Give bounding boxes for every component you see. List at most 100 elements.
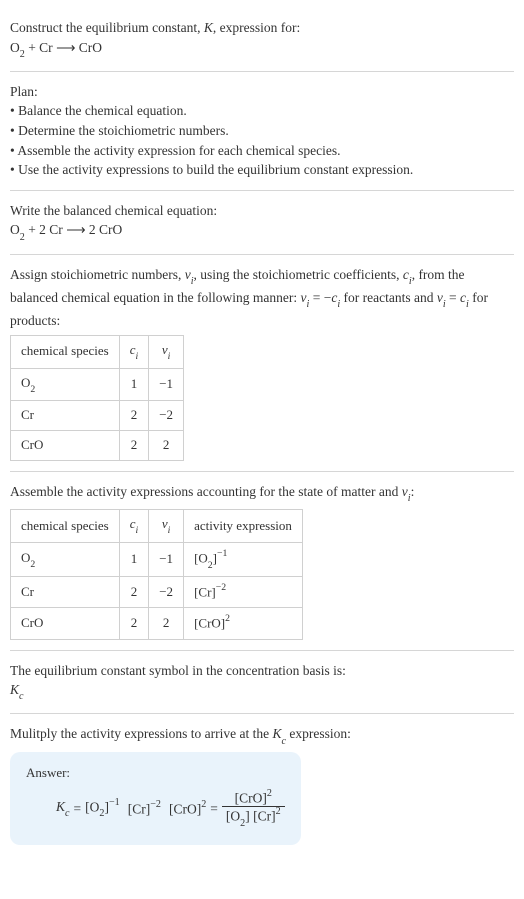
subscript: i (191, 276, 194, 287)
cell-nui: −1 (149, 368, 184, 401)
balanced-equation: O2 + 2 Cr ⟶ 2 CrO (10, 220, 514, 243)
superscript: −2 (216, 582, 226, 593)
table-row: CrO 2 2 (11, 431, 184, 461)
kc-symbol: Kc (56, 797, 70, 820)
text: for reactants and (340, 290, 437, 305)
col-nui: νi (149, 510, 184, 543)
cell-ci: 2 (119, 431, 149, 461)
subscript: 2 (30, 559, 35, 570)
plan-bullet-2: • Determine the stoichiometric numbers. (10, 121, 514, 141)
kc-symbol: Kc (272, 726, 286, 741)
superscript: 2 (201, 799, 206, 810)
prompt-line1: Construct the equilibrium constant, K, e… (10, 18, 514, 38)
c-symbol: ci (403, 267, 412, 282)
table-row: Cr 2 −2 (11, 401, 184, 431)
text: ν (162, 516, 168, 531)
k-symbol: K (204, 20, 213, 35)
subscript: 2 (99, 808, 104, 819)
text: expression: (286, 726, 351, 741)
text: , using the stoichiometric coefficients, (194, 267, 403, 282)
nu-symbol: νi (402, 484, 411, 499)
text: CrO (75, 40, 102, 55)
activity-table: chemical species ci νi activity expressi… (10, 509, 303, 639)
subscript: i (168, 525, 171, 536)
fraction: [CrO]2 [O2] [Cr]2 (222, 789, 285, 829)
subscript: 2 (30, 384, 35, 395)
superscript: 2 (276, 806, 281, 817)
table-row: Cr 2 −2 [Cr]−2 (11, 577, 303, 608)
fraction-denominator: [O2] [Cr]2 (222, 807, 285, 828)
species-o2: O2 (10, 40, 25, 55)
text: K (56, 799, 65, 814)
answer-section: Mulitply the activity expressions to arr… (10, 714, 514, 854)
stoich-intro: Assign stoichiometric numbers, νi, using… (10, 265, 514, 331)
text: = (446, 290, 460, 305)
text: ] [Cr] (245, 809, 275, 824)
c-symbol: ci (331, 290, 340, 305)
cell-activity: [O2]−1 (184, 543, 303, 577)
kc-symbol-section: The equilibrium constant symbol in the c… (10, 651, 514, 715)
text: : (411, 484, 415, 499)
col-ci: ci (119, 510, 149, 543)
cell-activity: [CrO]2 (184, 608, 303, 639)
subscript: 2 (208, 560, 213, 571)
stoich-table: chemical species ci νi O2 1 −1 Cr 2 −2 C… (10, 335, 184, 461)
cell-nui: 2 (149, 608, 184, 639)
subscript: 2 (240, 818, 245, 829)
answer-equation: Kc = [O2]−1 [Cr]−2 [CrO]2 = [CrO]2 [O2] … (26, 789, 285, 829)
cell-ci: 2 (119, 577, 149, 608)
answer-label: Answer: (26, 764, 285, 783)
cell-ci: 2 (119, 608, 149, 639)
balanced-equation-section: Write the balanced chemical equation: O2… (10, 191, 514, 255)
subscript: i (408, 493, 411, 504)
text: 2 CrO (86, 222, 123, 237)
superscript: 2 (225, 613, 230, 624)
col-species: chemical species (11, 510, 120, 543)
table-row: CrO 2 2 [CrO]2 (11, 608, 303, 639)
text: = − (309, 290, 331, 305)
text: [O (194, 550, 208, 565)
text: [O (85, 799, 99, 814)
cell-species: O2 (11, 368, 120, 401)
stoichiometric-section: Assign stoichiometric numbers, νi, using… (10, 255, 514, 472)
text: c (403, 267, 409, 282)
subscript: i (307, 299, 310, 310)
equals: = (74, 799, 82, 819)
c-symbol: ci (460, 290, 469, 305)
text: [Cr] (128, 801, 151, 816)
table-header-row: chemical species ci νi (11, 335, 184, 368)
cell-nui: 2 (149, 431, 184, 461)
kc-symbol-line: The equilibrium constant symbol in the c… (10, 661, 514, 681)
text: O (10, 40, 20, 55)
term-cro: [CrO]2 (169, 799, 206, 819)
relation: νi (437, 290, 446, 305)
subscript: i (443, 299, 446, 310)
cell-nui: −2 (149, 577, 184, 608)
cell-nui: −2 (149, 401, 184, 431)
plan-bullet-1: • Balance the chemical equation. (10, 101, 514, 121)
subscript: c (19, 691, 24, 702)
plan-bullet-4: • Use the activity expressions to build … (10, 160, 514, 180)
table-row: O2 1 −1 [O2]−1 (11, 543, 303, 577)
text: [CrO] (169, 801, 201, 816)
cell-activity: [Cr]−2 (184, 577, 303, 608)
subscript: i (409, 276, 412, 287)
text: [O (226, 809, 240, 824)
cell-ci: 1 (119, 368, 149, 401)
activity-section: Assemble the activity expressions accoun… (10, 472, 514, 650)
cell-species: Cr (11, 401, 120, 431)
kc-symbol: Kc (10, 680, 514, 703)
subscript: c (281, 736, 286, 747)
multiply-line: Mulitply the activity expressions to arr… (10, 724, 514, 747)
text: + 2 Cr (25, 222, 66, 237)
superscript: 2 (267, 788, 272, 799)
cell-species: Cr (11, 577, 120, 608)
text: K (10, 682, 19, 697)
cell-nui: −1 (149, 543, 184, 577)
subscript: 2 (20, 49, 25, 60)
col-species: chemical species (11, 335, 120, 368)
subscript: i (136, 351, 139, 362)
subscript: i (168, 351, 171, 362)
col-activity: activity expression (184, 510, 303, 543)
species-o2: O2 (10, 222, 25, 237)
